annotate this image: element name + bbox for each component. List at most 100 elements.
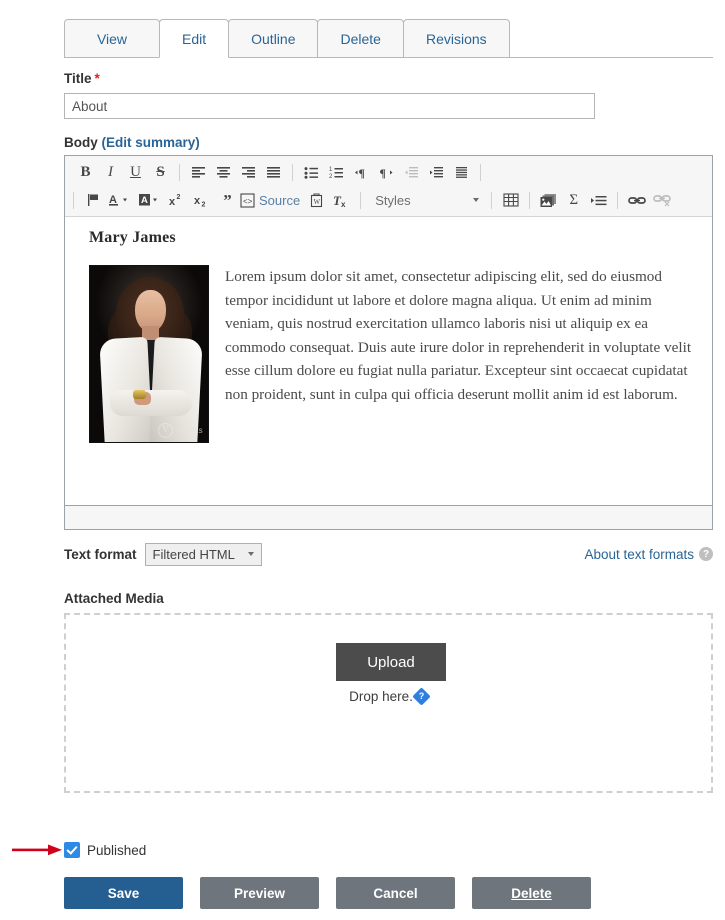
editor-content-area[interactable]: Mary James V Vargas [65, 217, 712, 504]
tab-edit[interactable]: Edit [159, 19, 229, 58]
text-format-label: Text format [64, 547, 137, 562]
svg-text:W: W [314, 198, 321, 206]
published-label[interactable]: Published [87, 843, 146, 858]
link-icon[interactable] [624, 188, 649, 212]
source-button[interactable]: <> Source [240, 193, 304, 208]
styles-dropdown-label: Styles [375, 193, 410, 208]
content-row: V Vargas Lorem ipsum dolor sit amet, con… [81, 265, 696, 443]
text-direction-rtl-icon[interactable]: ¶ [374, 160, 399, 184]
photo-gold-watch [133, 390, 146, 399]
svg-text:2: 2 [329, 174, 333, 179]
tab-outline-label: Outline [251, 31, 295, 47]
upload-button[interactable]: Upload [336, 643, 446, 681]
help-icon-glyph: ? [415, 690, 428, 703]
flag-icon[interactable] [80, 188, 105, 212]
toolbar-row-1: B I U S [65, 158, 712, 186]
edit-summary-link[interactable]: (Edit summary) [102, 135, 200, 150]
unlink-icon [649, 188, 674, 212]
tab-revisions-label: Revisions [426, 31, 487, 47]
delete-button[interactable]: Delete [472, 877, 591, 909]
drop-here-text: Drop here.? [66, 689, 711, 704]
watermark-text: Vargas [176, 426, 203, 435]
toolbar-separator [491, 192, 492, 209]
help-icon[interactable]: ? [699, 547, 713, 561]
published-checkbox[interactable] [64, 842, 80, 858]
toolbar-separator [617, 192, 618, 209]
svg-text:x: x [169, 196, 176, 207]
content-heading: Mary James [89, 229, 696, 247]
drop-here-label: Drop here. [349, 689, 413, 704]
table-icon[interactable] [498, 188, 523, 212]
toolbar-separator [529, 192, 530, 209]
bulleted-list-icon[interactable] [299, 160, 324, 184]
tab-revisions[interactable]: Revisions [403, 19, 510, 58]
svg-text:¶: ¶ [380, 166, 386, 179]
text-format-select[interactable]: Filtered HTML [145, 543, 262, 566]
form-actions: Save Preview Cancel Delete [64, 877, 591, 909]
title-label: Title* [64, 71, 100, 86]
title-input[interactable] [64, 93, 595, 119]
numbered-list-icon[interactable]: 12 [324, 160, 349, 184]
toolbar-separator [292, 164, 293, 181]
about-text-formats-link[interactable]: About text formats [584, 547, 694, 562]
indent-icon[interactable] [424, 160, 449, 184]
svg-text:¶: ¶ [359, 166, 365, 179]
svg-text:A: A [141, 195, 148, 206]
tab-view[interactable]: View [64, 19, 160, 58]
remove-format-icon[interactable]: Tx [329, 188, 354, 212]
text-direction-ltr-icon[interactable]: ¶ [349, 160, 374, 184]
svg-text:2: 2 [202, 202, 206, 208]
text-format-row: Text format Filtered HTML About text for… [64, 540, 713, 568]
help-icon[interactable]: ? [412, 687, 430, 705]
italic-icon[interactable]: I [98, 160, 123, 184]
strikethrough-icon[interactable]: S [148, 160, 173, 184]
body-rich-text-editor: B I U S [64, 155, 713, 530]
portrait-photo[interactable]: V Vargas [89, 265, 209, 443]
tab-list: View Edit Outline Delete Revisions [64, 19, 509, 58]
align-left-icon[interactable] [186, 160, 211, 184]
toolbar-row-2: A A x2 x2 ” <> Source W [65, 186, 712, 214]
svg-text:x: x [341, 200, 346, 208]
align-justify-icon[interactable] [261, 160, 286, 184]
about-text-formats-group: About text formats ? [584, 547, 713, 562]
tab-view-label: View [97, 31, 127, 47]
image-icon[interactable] [536, 188, 561, 212]
text-color-icon[interactable]: A [105, 188, 135, 212]
photo-watermark: V Vargas [158, 423, 203, 438]
svg-text:2: 2 [177, 194, 181, 201]
superscript-icon[interactable]: x2 [165, 188, 190, 212]
node-edit-page: View Edit Outline Delete Revisions Title… [0, 0, 725, 920]
underline-icon[interactable]: U [123, 160, 148, 184]
primary-tabs: View Edit Outline Delete Revisions [64, 19, 713, 59]
cancel-button[interactable]: Cancel [336, 877, 455, 909]
tab-outline[interactable]: Outline [228, 19, 318, 58]
align-center-icon[interactable] [211, 160, 236, 184]
tab-delete[interactable]: Delete [317, 19, 403, 58]
attached-media-label: Attached Media [64, 591, 164, 606]
bold-icon[interactable]: B [73, 160, 98, 184]
toolbar-separator [480, 164, 481, 181]
editor-status-bar [65, 505, 712, 529]
toolbar-separator [360, 192, 361, 209]
save-button[interactable]: Save [64, 877, 183, 909]
sigma-icon[interactable]: Σ [561, 188, 586, 212]
tab-edit-label: Edit [182, 31, 206, 47]
align-right-icon[interactable] [236, 160, 261, 184]
chevron-down-icon [248, 552, 254, 556]
content-paragraph: Lorem ipsum dolor sit amet, consectetur … [225, 265, 696, 406]
paste-from-word-icon[interactable]: W [304, 188, 329, 212]
watermark-monogram: V [158, 423, 173, 438]
page-break-icon[interactable] [586, 188, 611, 212]
styles-dropdown[interactable]: Styles [367, 193, 485, 208]
blockquote-icon[interactable] [449, 160, 474, 184]
quote-icon[interactable]: ” [215, 188, 240, 212]
title-label-text: Title [64, 71, 92, 86]
preview-button[interactable]: Preview [200, 877, 319, 909]
subscript-icon[interactable]: x2 [190, 188, 215, 212]
body-label-text: Body [64, 135, 98, 150]
editor-toolbar: B I U S [65, 156, 712, 217]
background-color-icon[interactable]: A [135, 188, 165, 212]
svg-text:1: 1 [329, 167, 333, 173]
photo-crossed-arms [110, 390, 192, 416]
media-dropzone[interactable]: Upload Drop here.? [64, 613, 713, 793]
